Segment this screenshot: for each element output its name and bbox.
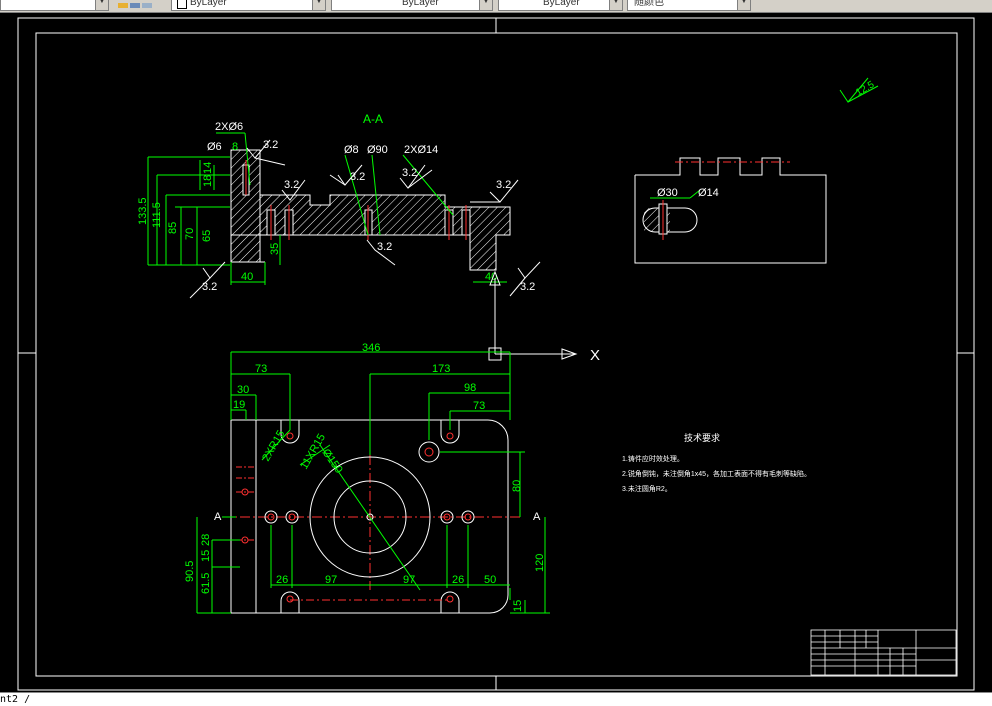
tech-req-title: 技术要求 <box>684 432 720 443</box>
dim-98: 98 <box>464 382 476 394</box>
dim-97-right: 97 <box>403 574 415 586</box>
dim-111-5: 111.5 <box>151 202 163 228</box>
dropdown-arrow-icon[interactable]: ▼ <box>479 0 492 10</box>
dropdown-arrow-icon[interactable]: ▼ <box>312 0 325 10</box>
roughness-label: 3.2 <box>402 167 417 179</box>
dropdown-arrow-icon[interactable]: ▼ <box>95 0 108 10</box>
dim-30: 30 <box>237 384 249 396</box>
dim-40-left: 40 <box>241 271 253 283</box>
linetype-combo[interactable]: ByLayer ▼ <box>331 0 493 11</box>
dim-8: 8 <box>232 141 238 153</box>
roughness-label: 3.2 <box>377 241 392 253</box>
section-mark-a-left: A <box>214 511 222 523</box>
color-combo[interactable]: ByLayer ▼ <box>171 0 326 11</box>
color-swatch-icon <box>177 0 187 9</box>
dim-133-5: 133.5 <box>137 197 149 225</box>
layer-combo-tail[interactable]: ▼ <box>0 0 109 11</box>
dim-80: 80 <box>511 480 523 492</box>
axis-x-label: X <box>590 347 600 364</box>
dim-28: 28 <box>200 534 212 546</box>
dim-50: 50 <box>484 574 496 586</box>
dim-15-left: 15 <box>200 550 212 562</box>
dim-35: 35 <box>269 243 281 255</box>
dropdown-arrow-icon[interactable]: ▼ <box>609 0 622 10</box>
roughness-label: 3.2 <box>350 171 365 183</box>
section-mark-a-right: A <box>533 511 541 523</box>
dim-14: 14 <box>202 162 214 174</box>
layer-tools-icon[interactable] <box>114 0 156 10</box>
dim-2x-phi6: 2XØ6 <box>215 121 243 133</box>
dim-85: 85 <box>167 222 179 234</box>
tech-req-line-1: 1.铸件应时效处理。 <box>622 454 684 463</box>
dropdown-arrow-icon[interactable]: ▼ <box>737 0 750 10</box>
tech-req-line-3: 3.未注圆角R2。 <box>622 484 672 493</box>
dim-phi90: Ø90 <box>367 144 388 156</box>
dim-65: 65 <box>201 230 213 242</box>
dim-15: 15 <box>512 600 524 612</box>
dim-18: 18 <box>202 175 214 187</box>
dim-2x-phi14: 2XØ14 <box>404 144 438 156</box>
technical-requirements: 技术要求 1.铸件应时效处理。 2.锐角倒钝，未注倒角1x45，各加工表面不得有… <box>622 432 811 493</box>
roughness-label: 3.2 <box>496 179 511 191</box>
plan-view: 346 73 173 98 73 30 19 26 97 97 26 50 80… <box>184 342 550 614</box>
lineweight-combo[interactable]: ByLayer ▼ <box>498 0 623 11</box>
dim-phi6: Ø6 <box>207 141 222 153</box>
command-prompt: nt2 / <box>0 694 31 705</box>
dim-26-left: 26 <box>276 574 288 586</box>
dim-61-5: 61.5 <box>200 573 212 594</box>
roughness-label: 3.2 <box>284 179 299 191</box>
dim-phi8: Ø8 <box>344 144 359 156</box>
dim-346: 346 <box>362 342 380 354</box>
section-view: A-A 3.2 3.2 3.2 3.2 3.2 3.2 3.2 3.2 2XØ6… <box>137 112 541 299</box>
dim-97-left: 97 <box>325 574 337 586</box>
dim-120: 120 <box>534 554 546 572</box>
dim-phi30: Ø30 <box>657 187 678 199</box>
note-phi150: Ø150 <box>320 447 345 476</box>
default-roughness: 12.5 <box>839 77 879 103</box>
plotstyle-combo[interactable]: 随颜色 ▼ <box>627 0 751 11</box>
tech-req-line-2: 2.锐角倒钝，未注倒角1x45，各加工表面不得有毛刺等缺陷。 <box>622 469 811 478</box>
roughness-default-value: 12.5 <box>854 79 877 98</box>
roughness-label: 3.2 <box>263 139 278 151</box>
section-title: A-A <box>363 112 383 126</box>
dim-173: 173 <box>432 363 450 375</box>
roughness-label: 3.2 <box>202 281 217 293</box>
dim-90-5: 90.5 <box>184 561 196 582</box>
command-line[interactable]: nt2 / <box>0 692 992 706</box>
properties-toolbar: ▼ ByLayer ▼ ByLayer ▼ ByLayer ▼ 随颜色 ▼ <box>0 0 992 13</box>
dim-19: 19 <box>233 399 245 411</box>
dim-73-right: 73 <box>473 400 485 412</box>
dim-73-left: 73 <box>255 363 267 375</box>
title-block <box>810 629 957 676</box>
roughness-label: 3.2 <box>520 281 535 293</box>
note-2xr15: 2XR15 <box>260 428 287 463</box>
dim-phi14: Ø14 <box>698 187 719 199</box>
drawing-canvas[interactable]: A-A 3.2 3.2 3.2 3.2 3.2 3.2 3.2 3.2 2XØ6… <box>0 13 992 692</box>
dim-26-right: 26 <box>452 574 464 586</box>
dim-70: 70 <box>184 228 196 240</box>
side-view: Ø30 Ø14 <box>634 157 827 264</box>
